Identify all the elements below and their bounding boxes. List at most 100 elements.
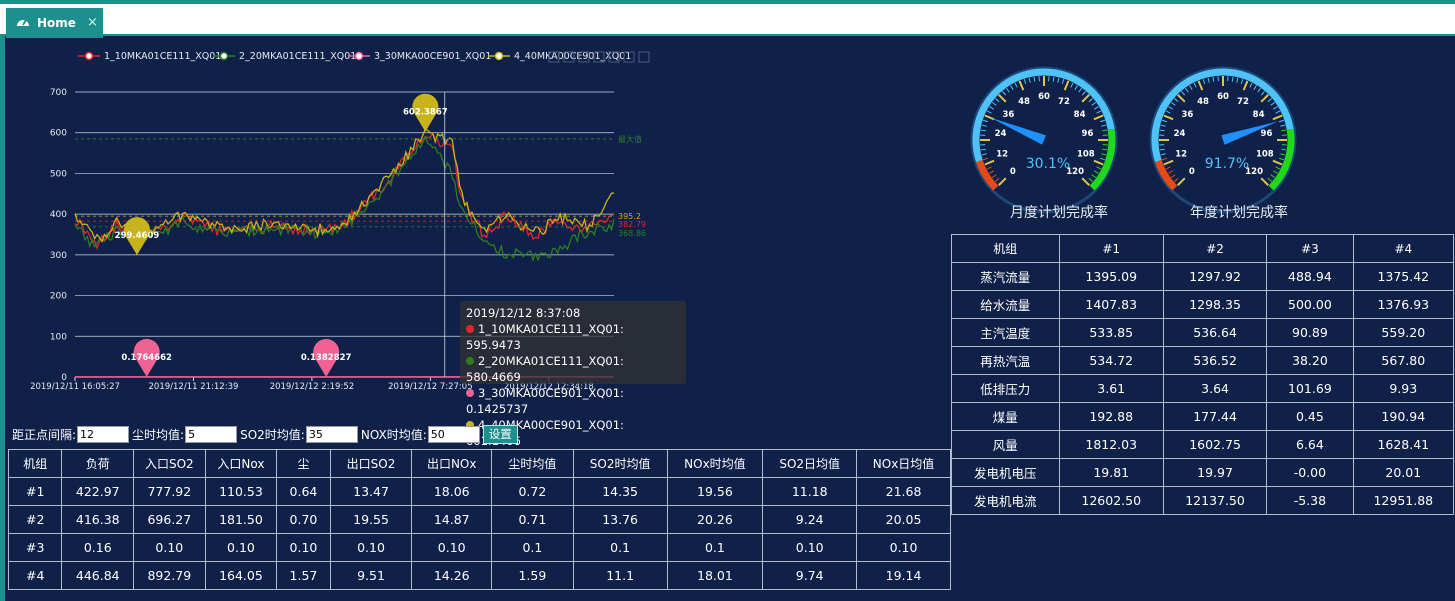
distance-label: 距正点间隔: [12, 427, 77, 442]
gauge-tick [1101, 153, 1107, 156]
gauge-tick [989, 106, 994, 110]
table-cell: 14.87 [411, 505, 493, 534]
gauge-tick-label: 48 [1197, 97, 1209, 107]
table-cell: 38.20 [1266, 346, 1354, 375]
tooltip-row-text: 3_30MKA00CE901_XQ01: 0.1425737 [466, 386, 624, 416]
gauge-tick [1099, 119, 1106, 123]
table-cell: 1.57 [276, 561, 331, 590]
gauge-tick [991, 174, 997, 179]
gauge-tick [1177, 94, 1186, 103]
gauge-tick [1253, 85, 1257, 90]
table-cell: 12602.50 [1058, 486, 1164, 515]
gauge-tick [982, 119, 989, 123]
table-cell: 536.64 [1162, 318, 1268, 347]
table-cell: 192.88 [1058, 402, 1164, 431]
table-cell: 0.72 [491, 477, 574, 506]
close-icon[interactable]: × [87, 15, 98, 30]
tooltip-row-text: 2_20MKA01CE111_XQ01: 580.4669 [466, 354, 624, 384]
table-cell: 1395.09 [1058, 262, 1164, 291]
gauge-tick [995, 177, 1000, 182]
gauge-tick-label: 84 [1074, 110, 1086, 120]
table-cell: 再热汽温 [951, 346, 1060, 375]
tooltip-time: 2019/12/12 8:37:08 [466, 306, 581, 320]
markline-label: 最大值 [618, 134, 642, 144]
table-cell: 蒸汽流量 [951, 262, 1060, 291]
gauge-tick [1160, 153, 1166, 156]
gauge-tick [998, 94, 1007, 103]
unit-table: 机组 #1 #2 #3 #4 蒸汽流量 1395.09 1297.92 488.94 1375.4… [951, 234, 1455, 515]
gauge-tick [995, 98, 1000, 103]
table-header-row: 机组 #1 #2 #3 #4 [951, 234, 1455, 263]
table-cell: 20.05 [856, 505, 951, 534]
table-row: 低排压力 3.61 3.64 101.69 9.93 [951, 374, 1455, 403]
table-cell: 11.1 [572, 561, 668, 590]
gauge-tick [1260, 91, 1265, 96]
gauge-tick-label: 48 [1018, 97, 1030, 107]
table-cell: 1376.93 [1352, 290, 1455, 319]
gauge-tick [1174, 177, 1179, 182]
gauge-tick [1091, 174, 1097, 179]
gauge-tick [986, 110, 992, 114]
legend-label: 4_40MKA00CE901_XQ01 [514, 51, 631, 62]
table-cell: 煤量 [951, 402, 1060, 431]
table-cell: 20.01 [1352, 458, 1455, 487]
gauge-tick [1275, 110, 1281, 114]
legend-label: 2_20MKA01CE111_XQ01 [239, 51, 356, 62]
pin-label: 0.1764662 [121, 353, 172, 363]
gauge-tick [1159, 129, 1165, 132]
table-cell: 0.10 [133, 533, 206, 562]
y-tick-label: 700 [50, 88, 67, 98]
gauge-tick [1099, 157, 1106, 161]
column-header: 入口Nox [204, 449, 278, 478]
gauge-tick [1273, 170, 1278, 174]
nox-label: NOX时均值: [360, 427, 427, 442]
table-cell: 0.10 [329, 533, 413, 562]
table-cell: 500.00 [1266, 290, 1354, 319]
distance-input[interactable] [77, 425, 130, 443]
gauge-tick [1280, 124, 1286, 127]
pin-label: 299.4609 [115, 231, 160, 241]
dust-avg-input[interactable] [185, 425, 238, 443]
table-cell: -5.38 [1266, 486, 1354, 515]
table-cell: -0.00 [1266, 458, 1354, 487]
table-cell: 696.27 [133, 505, 206, 534]
legend-label: 3_30MKA00CE901_XQ01 [374, 51, 491, 62]
column-header: #2 [1162, 234, 1268, 263]
gauge-tick [986, 166, 992, 170]
tab-bar: Home × [0, 4, 1455, 38]
table-cell: #2 [7, 505, 63, 534]
table-row: 风量 1812.03 1602.75 6.64 1628.41 [951, 430, 1455, 459]
column-header: 出口NOx [411, 449, 493, 478]
gauge-tick [1272, 114, 1283, 121]
gauge-value: 91.7% [1205, 156, 1249, 172]
gauge-tick [1170, 174, 1176, 179]
dust-label: 尘时均值: [132, 427, 185, 442]
table-cell: 0.71 [491, 505, 574, 534]
gauge-tick [1260, 177, 1269, 186]
tab-home[interactable]: Home × [6, 8, 103, 38]
table-cell: 0.1 [491, 533, 574, 562]
table-cell: 181.50 [204, 505, 278, 534]
table-cell: 177.44 [1162, 402, 1268, 431]
gauge-tick [1272, 159, 1283, 166]
table-cell: 1298.35 [1162, 290, 1268, 319]
series-line [74, 127, 614, 243]
gauge-tick [1242, 80, 1249, 91]
set-button[interactable]: 设置 [482, 424, 518, 444]
legend-marker [494, 51, 504, 61]
table-cell: 风量 [951, 430, 1060, 459]
table-cell: 21.68 [856, 477, 951, 506]
table-cell: #3 [7, 533, 63, 562]
so2-avg-input[interactable] [305, 425, 358, 443]
table-cell: 14.26 [411, 561, 493, 590]
gauge-tick [984, 159, 995, 166]
avg-label: 368.86 [618, 229, 646, 238]
table-row: #1 422.97 777.92 110.53 0.64 13.47 18.06 0.72 14… [7, 477, 951, 506]
table-cell: 190.94 [1352, 402, 1455, 431]
gauge-tick-label: 84 [1253, 110, 1265, 120]
nox-avg-input[interactable] [427, 425, 480, 443]
table-cell: 488.94 [1266, 262, 1354, 291]
emission-table: 机组 负荷 入口SO2 入口Nox 尘出口SO2 出口NOx 尘时均值 SO2时均值 NOx时均… [7, 449, 951, 590]
gauge-tick [1081, 177, 1090, 186]
x-tick-label: 2019/12/11 21:12:39 [149, 382, 239, 392]
